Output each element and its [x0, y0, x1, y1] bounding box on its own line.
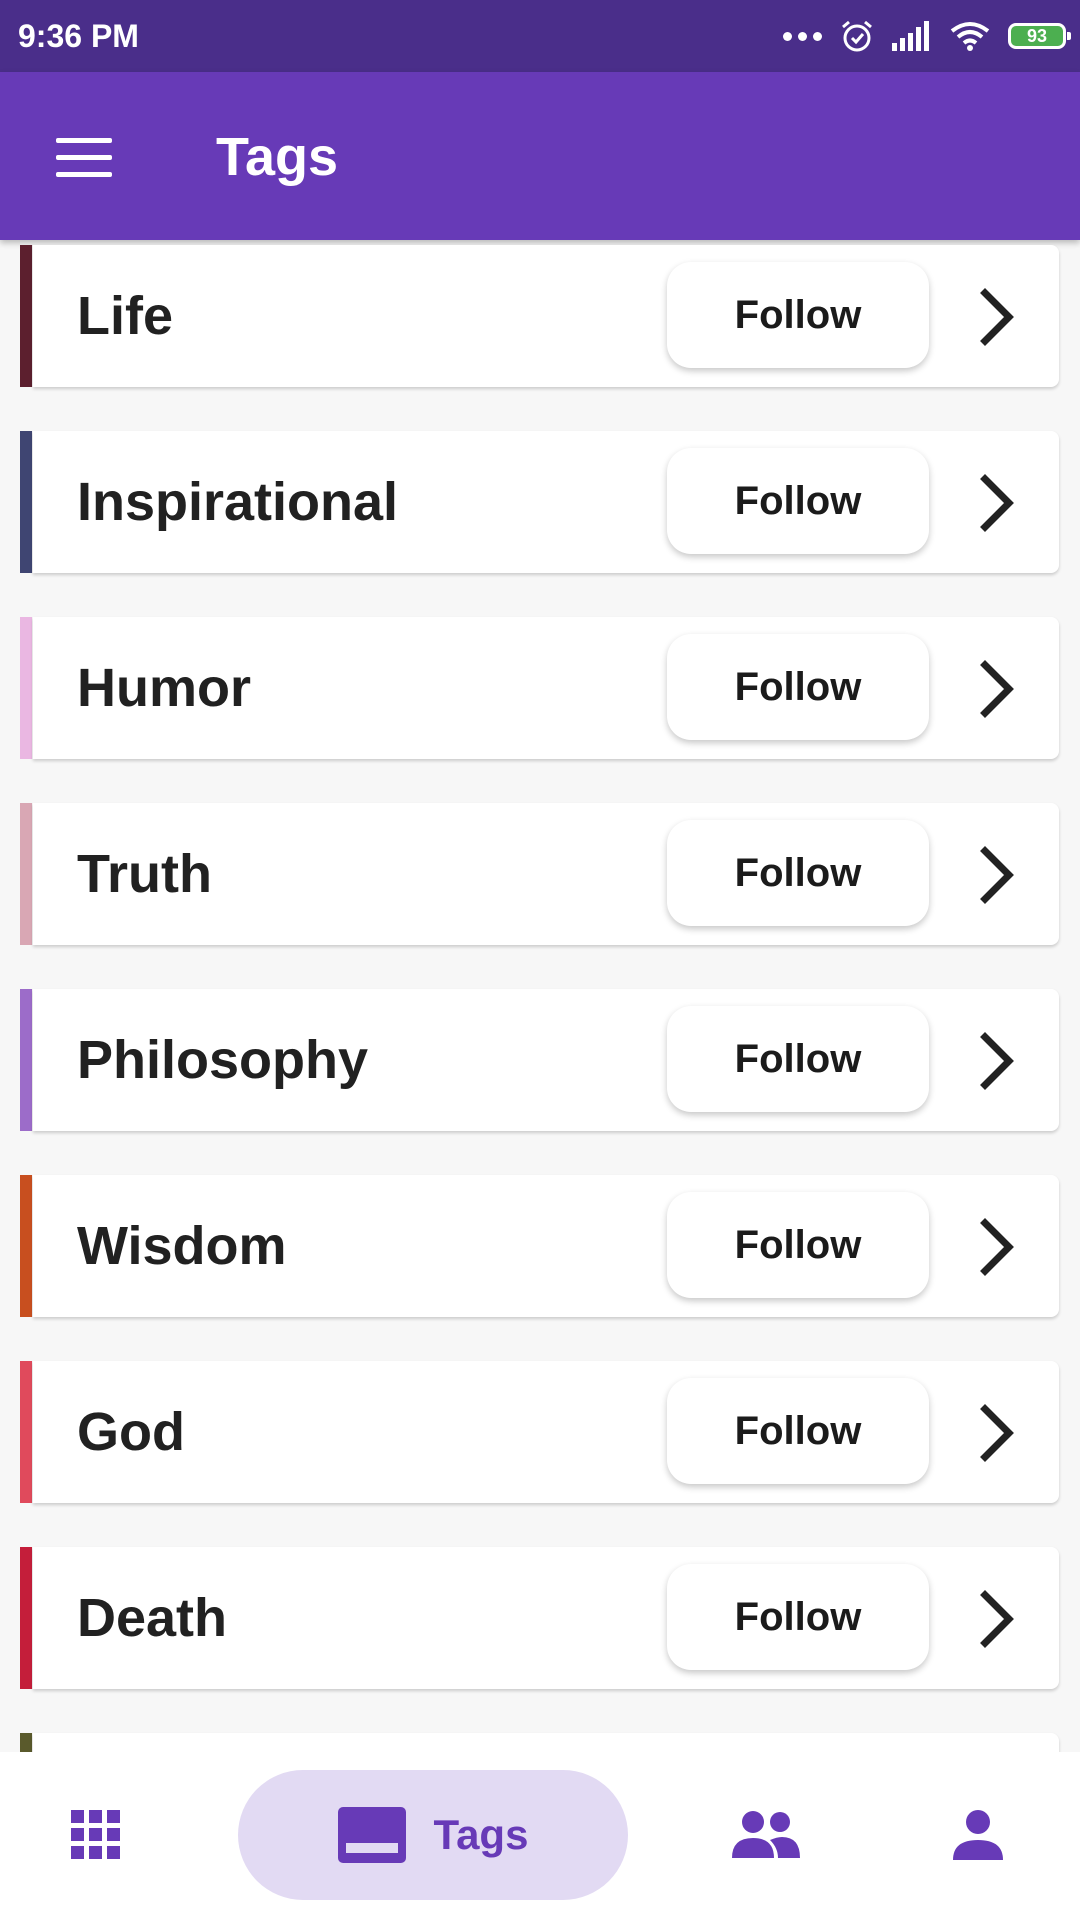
tag-color-stripe	[20, 617, 32, 759]
wifi-icon	[950, 22, 990, 51]
status-icons: 93	[783, 0, 1071, 72]
person-icon	[953, 1810, 1003, 1860]
tag-name: Death	[77, 1588, 228, 1648]
tag-card-body[interactable]: Philosophy Follow	[33, 989, 1059, 1131]
chevron-right-icon[interactable]	[957, 1393, 1037, 1473]
tag-name: Inspirational	[77, 472, 399, 532]
tag-name: God	[77, 1402, 185, 1462]
tag-color-stripe	[20, 1361, 32, 1503]
bottom-navigation: Tags	[0, 1752, 1080, 1920]
tag-list[interactable]: Life Follow Inspirational Follow Humor F…	[0, 240, 1080, 1752]
nav-label-tags: Tags	[433, 1811, 529, 1858]
tag-card-death[interactable]: Death Follow	[20, 1547, 1059, 1689]
tag-name: Philosophy	[77, 1030, 369, 1090]
tag-card-partial[interactable]	[20, 1733, 1059, 1752]
nav-item-grid[interactable]	[46, 1770, 146, 1900]
tag-name: Life	[77, 286, 174, 346]
tag-color-stripe	[20, 1547, 32, 1689]
tag-card-humor[interactable]: Humor Follow	[20, 617, 1059, 759]
follow-button[interactable]: Follow	[667, 1564, 929, 1670]
tag-color-stripe	[20, 1733, 32, 1752]
follow-button[interactable]: Follow	[667, 1192, 929, 1298]
tag-card-body[interactable]: Wisdom Follow	[33, 1175, 1059, 1317]
follow-button[interactable]: Follow	[667, 1006, 929, 1112]
tag-card-body[interactable]: God Follow	[33, 1361, 1059, 1503]
tags-icon	[337, 1807, 406, 1863]
hamburger-menu-icon[interactable]	[56, 138, 112, 178]
tag-color-stripe	[20, 803, 32, 945]
battery-icon: 93	[1008, 23, 1071, 49]
nav-item-tags[interactable]: Tags	[238, 1770, 628, 1900]
status-time: 9:36 PM	[18, 18, 139, 54]
signal-icon	[892, 21, 929, 51]
more-dots-icon	[783, 31, 822, 41]
app-bar: Tags	[0, 72, 1080, 240]
chevron-right-icon[interactable]	[957, 1579, 1037, 1659]
tag-name: Truth	[77, 844, 212, 904]
tag-card-wisdom[interactable]: Wisdom Follow	[20, 1175, 1059, 1317]
tag-card-body[interactable]	[33, 1733, 1059, 1752]
chevron-right-icon[interactable]	[957, 835, 1037, 915]
follow-button[interactable]: Follow	[667, 820, 929, 926]
tag-color-stripe	[20, 245, 32, 387]
follow-button[interactable]: Follow	[667, 634, 929, 740]
follow-button[interactable]: Follow	[667, 262, 929, 368]
tag-name: Wisdom	[77, 1216, 287, 1276]
tag-card-truth[interactable]: Truth Follow	[20, 803, 1059, 945]
tag-color-stripe	[20, 431, 32, 573]
chevron-right-icon[interactable]	[957, 463, 1037, 543]
tag-card-god[interactable]: God Follow	[20, 1361, 1059, 1503]
tag-card-inspirational[interactable]: Inspirational Follow	[20, 431, 1059, 573]
nav-item-profile[interactable]	[928, 1770, 1028, 1900]
tag-card-philosophy[interactable]: Philosophy Follow	[20, 989, 1059, 1131]
people-icon	[732, 1811, 800, 1858]
chevron-right-icon[interactable]	[957, 649, 1037, 729]
follow-button[interactable]: Follow	[667, 448, 929, 554]
chevron-right-icon[interactable]	[957, 1021, 1037, 1101]
tag-card-body[interactable]: Death Follow	[33, 1547, 1059, 1689]
tag-name: Humor	[77, 658, 251, 718]
status-bar: 9:36 PM 93	[0, 0, 1080, 72]
tag-card-body[interactable]: Life Follow	[33, 245, 1059, 387]
grid-icon	[71, 1810, 120, 1859]
nav-item-people[interactable]	[716, 1770, 816, 1900]
tag-card-body[interactable]: Humor Follow	[33, 617, 1059, 759]
tag-color-stripe	[20, 1175, 32, 1317]
tag-color-stripe	[20, 989, 32, 1131]
tag-card-body[interactable]: Truth Follow	[33, 803, 1059, 945]
alarm-icon	[842, 20, 872, 52]
page-title: Tags	[216, 127, 339, 187]
follow-button[interactable]: Follow	[667, 1378, 929, 1484]
chevron-right-icon[interactable]	[957, 277, 1037, 357]
tag-card-body[interactable]: Inspirational Follow	[33, 431, 1059, 573]
chevron-right-icon[interactable]	[957, 1207, 1037, 1287]
tag-card-life[interactable]: Life Follow	[20, 245, 1059, 387]
